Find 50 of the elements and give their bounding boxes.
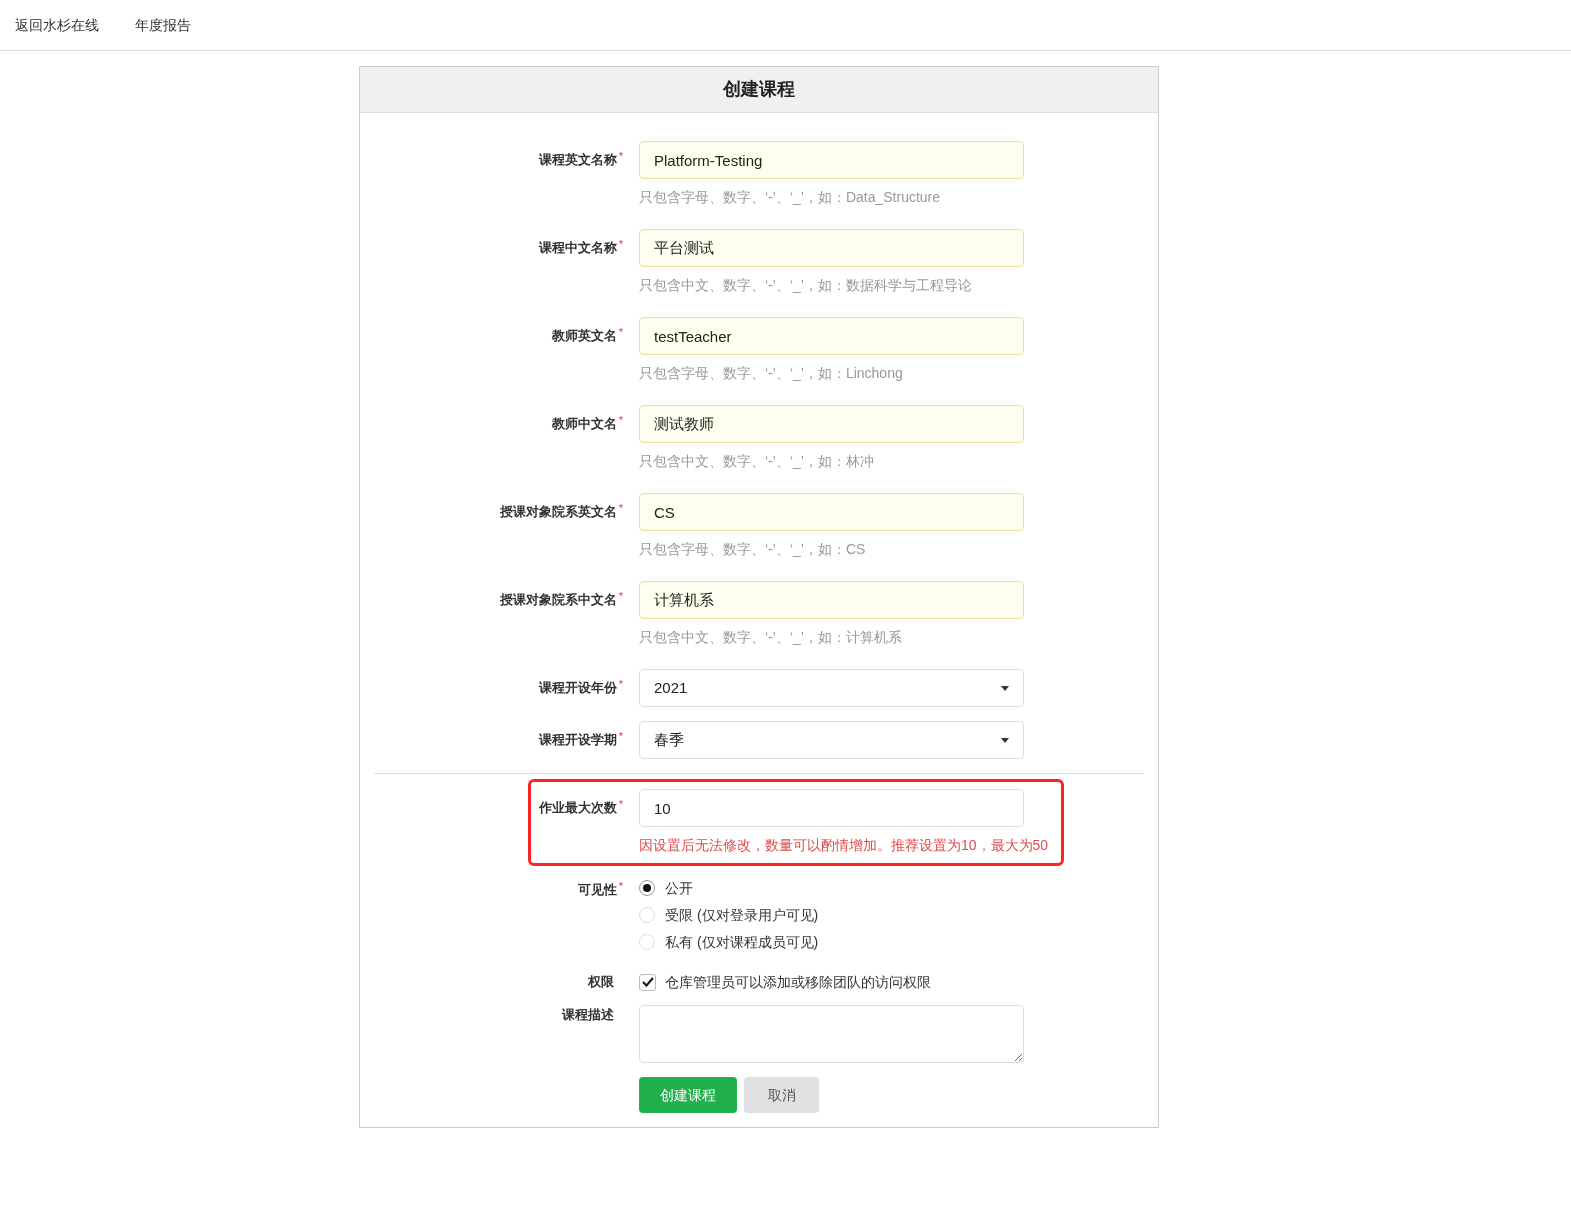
text-input[interactable]: CS (639, 493, 1024, 531)
checkbox[interactable] (639, 973, 656, 991)
cancel-button[interactable]: 取消 (744, 1077, 819, 1113)
warning-text: 因设置后无法修改，数量可以酌情增加。推荐设置为10，最大为50 (639, 836, 1050, 855)
required-mark: * (618, 326, 623, 338)
radio-label: 公开 (665, 878, 693, 898)
text-input[interactable]: 平台测试 (639, 229, 1024, 267)
required-mark: * (618, 414, 623, 426)
card-title: 创建课程 (723, 78, 795, 101)
field-label: 授课对象院系中文名 (499, 591, 617, 609)
required-mark: * (618, 502, 623, 514)
required-mark: * (618, 150, 623, 162)
text-input[interactable]: testTeacher (639, 317, 1024, 355)
required-mark: * (618, 238, 623, 250)
select-dropdown[interactable]: 2021 (639, 669, 1024, 707)
field-hint: 只包含中文、数字、‘-’、‘_’，如：林冲 (639, 452, 875, 471)
field-label: 授课对象院系英文名 (499, 503, 617, 521)
field-label: 可见性 (577, 881, 617, 899)
field-label: 教师中文名 (551, 415, 617, 433)
field-label: 课程开设年份 (538, 679, 617, 697)
field-hint: 只包含中文、数字、‘-’、‘_’，如：数据科学与工程导论 (639, 276, 973, 295)
text-input[interactable]: 测试教师 (639, 405, 1024, 443)
field-label: 课程英文名称 (538, 151, 617, 169)
text-input[interactable]: 计算机系 (639, 581, 1024, 619)
field-label: 课程中文名称 (538, 239, 617, 257)
text-input[interactable]: Platform-Testing (639, 141, 1024, 179)
field-label: 作业最大次数 (538, 799, 617, 817)
caret-down-icon (1001, 685, 1009, 691)
required-mark: * (618, 678, 623, 690)
caret-down-icon (1001, 737, 1009, 743)
field-hint: 只包含字母、数字、‘-’、‘_’，如：CS (639, 540, 867, 559)
field-label: 课程开设学期 (538, 731, 617, 749)
field-label: 权限 (588, 973, 614, 991)
select-dropdown[interactable]: 春季 (639, 721, 1024, 759)
checkbox-label: 仓库管理员可以添加或移除团队的访问权限 (665, 972, 931, 992)
field-hint: 只包含字母、数字、‘-’、‘_’，如：Linchong (639, 364, 904, 383)
required-mark: * (618, 798, 623, 810)
required-mark: * (618, 880, 623, 892)
nav-link[interactable]: 返回水杉在线 (15, 14, 99, 36)
field-hint: 只包含字母、数字、‘-’、‘_’，如：Data_Structure (639, 188, 942, 207)
field-label: 教师英文名 (551, 327, 617, 345)
required-mark: * (618, 730, 623, 742)
nav-link[interactable]: 年度报告 (135, 14, 191, 36)
field-hint: 只包含中文、数字、‘-’、‘_’，如：计算机系 (639, 628, 903, 647)
number-input[interactable]: 10 (639, 789, 1024, 827)
required-mark: * (618, 590, 623, 602)
radio-label: 私有 (仅对课程成员可见) (665, 932, 819, 952)
field-label: 课程描述 (562, 1006, 614, 1024)
description-textarea[interactable] (639, 1005, 1024, 1063)
radio-label: 受限 (仅对登录用户可见) (665, 905, 819, 925)
